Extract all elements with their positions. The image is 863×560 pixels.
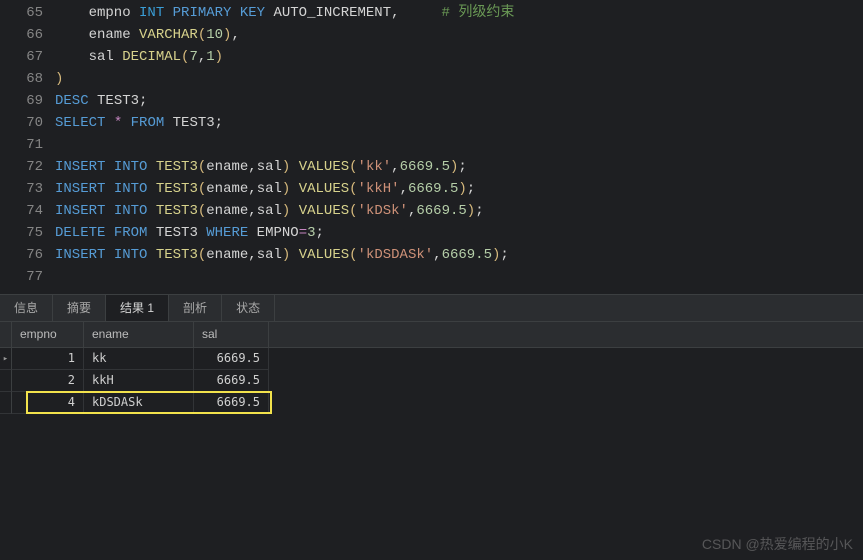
code-line[interactable]: 70SELECT * FROM TEST3; [0,112,863,134]
line-number: 75 [0,222,55,244]
code-editor[interactable]: 65 empno INT PRIMARY KEY AUTO_INCREMENT,… [0,0,863,288]
cell-ename[interactable]: kk [84,348,194,370]
cell-empno[interactable]: 4 [12,392,84,414]
code-line[interactable]: 74INSERT INTO TEST3(ename,sal) VALUES('k… [0,200,863,222]
code-line[interactable]: 73INSERT INTO TEST3(ename,sal) VALUES('k… [0,178,863,200]
code-content[interactable]: ename VARCHAR(10), [55,24,863,46]
cell-sal[interactable]: 6669.5 [194,348,269,370]
column-header-ename[interactable]: ename [84,322,194,347]
code-line[interactable]: 67 sal DECIMAL(7,1) [0,46,863,68]
code-line[interactable]: 68) [0,68,863,90]
results-panel: empno ename sal ▸1kk6669.52kkH6669.54kDS… [0,322,863,414]
code-line[interactable]: 66 ename VARCHAR(10), [0,24,863,46]
code-content[interactable] [55,134,863,156]
table-row[interactable]: ▸1kk6669.5 [0,348,863,370]
row-selector[interactable] [0,392,12,414]
code-content[interactable]: INSERT INTO TEST3(ename,sal) VALUES('kDS… [55,200,863,222]
tab-剖析[interactable]: 剖析 [169,295,222,321]
line-number: 77 [0,266,55,288]
column-header-sal[interactable]: sal [194,322,269,347]
code-content[interactable]: SELECT * FROM TEST3; [55,112,863,134]
cell-empno[interactable]: 2 [12,370,84,392]
line-number: 68 [0,68,55,90]
line-number: 74 [0,200,55,222]
cell-empno[interactable]: 1 [12,348,84,370]
line-number: 73 [0,178,55,200]
code-content[interactable]: empno INT PRIMARY KEY AUTO_INCREMENT, # … [55,2,863,24]
code-content[interactable]: DESC TEST3; [55,90,863,112]
results-rows: ▸1kk6669.52kkH6669.54kDSDASk6669.5 [0,348,863,414]
code-content[interactable]: sal DECIMAL(7,1) [55,46,863,68]
line-number: 71 [0,134,55,156]
code-content[interactable]: DELETE FROM TEST3 WHERE EMPNO=3; [55,222,863,244]
code-content[interactable]: INSERT INTO TEST3(ename,sal) VALUES('kDS… [55,244,863,266]
code-content[interactable]: ) [55,68,863,90]
code-content[interactable]: INSERT INTO TEST3(ename,sal) VALUES('kk'… [55,156,863,178]
row-selector[interactable]: ▸ [0,348,12,370]
table-row[interactable]: 4kDSDASk6669.5 [0,392,863,414]
watermark: CSDN @热爱编程的小K [702,534,853,554]
line-number: 76 [0,244,55,266]
line-number: 66 [0,24,55,46]
cell-sal[interactable]: 6669.5 [194,370,269,392]
code-line[interactable]: 77 [0,266,863,288]
line-number: 70 [0,112,55,134]
code-content[interactable]: INSERT INTO TEST3(ename,sal) VALUES('kkH… [55,178,863,200]
code-line[interactable]: 76INSERT INTO TEST3(ename,sal) VALUES('k… [0,244,863,266]
tab-摘要[interactable]: 摘要 [53,295,106,321]
table-row[interactable]: 2kkH6669.5 [0,370,863,392]
code-line[interactable]: 72INSERT INTO TEST3(ename,sal) VALUES('k… [0,156,863,178]
column-header-empno[interactable]: empno [12,322,84,347]
code-line[interactable]: 71 [0,134,863,156]
row-selector-header [0,322,12,347]
line-number: 69 [0,90,55,112]
result-tabs: 信息摘要结果 1剖析状态 [0,294,863,322]
code-line[interactable]: 75DELETE FROM TEST3 WHERE EMPNO=3; [0,222,863,244]
code-line[interactable]: 69DESC TEST3; [0,90,863,112]
line-number: 65 [0,2,55,24]
tab-信息[interactable]: 信息 [0,295,53,321]
tab-状态[interactable]: 状态 [222,295,275,321]
tab-结果 1[interactable]: 结果 1 [106,295,169,321]
line-number: 67 [0,46,55,68]
row-selector[interactable] [0,370,12,392]
results-header: empno ename sal [0,322,863,348]
code-line[interactable]: 65 empno INT PRIMARY KEY AUTO_INCREMENT,… [0,2,863,24]
cell-ename[interactable]: kkH [84,370,194,392]
cell-ename[interactable]: kDSDASk [84,392,194,414]
line-number: 72 [0,156,55,178]
cell-sal[interactable]: 6669.5 [194,392,269,414]
code-content[interactable] [55,266,863,288]
